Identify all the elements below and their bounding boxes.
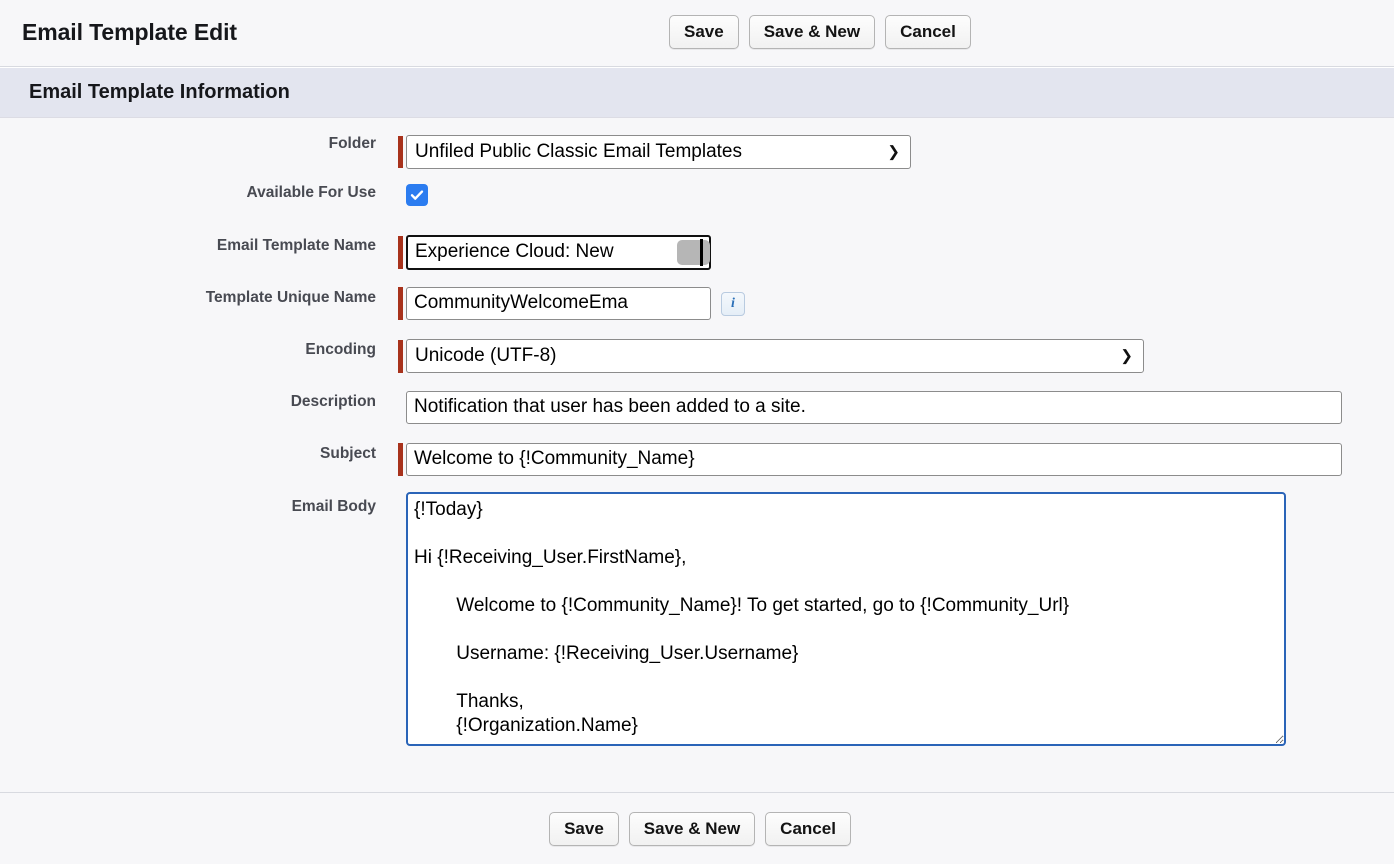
save-button[interactable]: Save bbox=[669, 15, 739, 49]
folder-select-wrapper: Unfiled Public Classic Email Templates ❯ bbox=[406, 135, 911, 169]
label-folder: Folder bbox=[328, 135, 376, 152]
email-template-name-input[interactable] bbox=[406, 235, 711, 270]
field-row-email-body: Email Body {!Today} Hi {!Receiving_User.… bbox=[0, 492, 1394, 746]
footer-save-and-new-button[interactable]: Save & New bbox=[628, 811, 756, 846]
label-description: Description bbox=[290, 393, 376, 410]
cancel-button[interactable]: Cancel bbox=[885, 15, 971, 49]
description-input[interactable] bbox=[406, 391, 1342, 424]
field-row-description: Description bbox=[0, 388, 1394, 440]
required-marker-folder bbox=[398, 136, 403, 168]
required-marker-subject bbox=[398, 443, 403, 476]
template-unique-name-input[interactable] bbox=[406, 287, 711, 320]
subject-input[interactable] bbox=[406, 443, 1342, 476]
section-header-email-template-information: Email Template Information bbox=[0, 67, 1394, 118]
field-available-for-use bbox=[398, 181, 1394, 206]
field-encoding: Unicode (UTF-8) ❯ bbox=[398, 336, 1394, 373]
label-template-unique-name: Template Unique Name bbox=[205, 289, 376, 306]
field-template-unique-name: i bbox=[398, 284, 1394, 320]
available-for-use-checkbox[interactable] bbox=[406, 184, 428, 206]
label-encoding: Encoding bbox=[305, 341, 376, 358]
field-email-template-name bbox=[398, 232, 1394, 270]
footer-cancel-button[interactable]: Cancel bbox=[765, 811, 851, 846]
field-email-body: {!Today} Hi {!Receiving_User.FirstName},… bbox=[398, 492, 1394, 746]
field-row-template-unique-name: Template Unique Name i bbox=[0, 284, 1394, 336]
field-row-available-for-use: Available For Use bbox=[0, 181, 1394, 232]
info-icon[interactable]: i bbox=[721, 291, 745, 316]
email-template-name-wrapper bbox=[406, 235, 711, 270]
email-body-textarea[interactable]: {!Today} Hi {!Receiving_User.FirstName},… bbox=[406, 492, 1286, 746]
field-row-email-template-name: Email Template Name bbox=[0, 232, 1394, 284]
field-row-subject: Subject bbox=[0, 440, 1394, 492]
encoding-select-wrapper: Unicode (UTF-8) ❯ bbox=[406, 339, 1144, 373]
footer-save-button[interactable]: Save bbox=[549, 811, 619, 846]
field-row-folder: Folder Unfiled Public Classic Email Temp… bbox=[0, 135, 1394, 181]
page-header: Email Template Edit Save Save & New Canc… bbox=[0, 0, 1394, 67]
email-template-edit-page: Email Template Edit Save Save & New Canc… bbox=[0, 0, 1394, 864]
email-template-form: Folder Unfiled Public Classic Email Temp… bbox=[0, 118, 1394, 778]
section-title: Email Template Information bbox=[29, 81, 290, 103]
label-subject: Subject bbox=[320, 445, 376, 462]
save-and-new-button[interactable]: Save & New bbox=[748, 15, 876, 49]
label-email-template-name: Email Template Name bbox=[216, 237, 376, 254]
page-title: Email Template Edit bbox=[22, 19, 237, 45]
field-row-encoding: Encoding Unicode (UTF-8) ❯ bbox=[0, 336, 1394, 388]
field-description bbox=[398, 388, 1394, 424]
required-marker-email-template-name bbox=[398, 236, 403, 269]
field-folder: Unfiled Public Classic Email Templates ❯ bbox=[398, 135, 1394, 169]
label-available-for-use: Available For Use bbox=[246, 184, 376, 201]
label-email-body: Email Body bbox=[291, 498, 376, 515]
folder-select[interactable]: Unfiled Public Classic Email Templates bbox=[406, 135, 911, 169]
field-subject bbox=[398, 440, 1394, 476]
required-marker-encoding bbox=[398, 339, 403, 373]
encoding-select[interactable]: Unicode (UTF-8) bbox=[406, 339, 1144, 373]
footer-button-group: Save Save & New Cancel bbox=[549, 811, 851, 846]
header-button-group: Save Save & New Cancel bbox=[669, 15, 971, 49]
required-marker-template-unique-name bbox=[398, 287, 403, 320]
page-footer: Save Save & New Cancel bbox=[0, 792, 1394, 864]
